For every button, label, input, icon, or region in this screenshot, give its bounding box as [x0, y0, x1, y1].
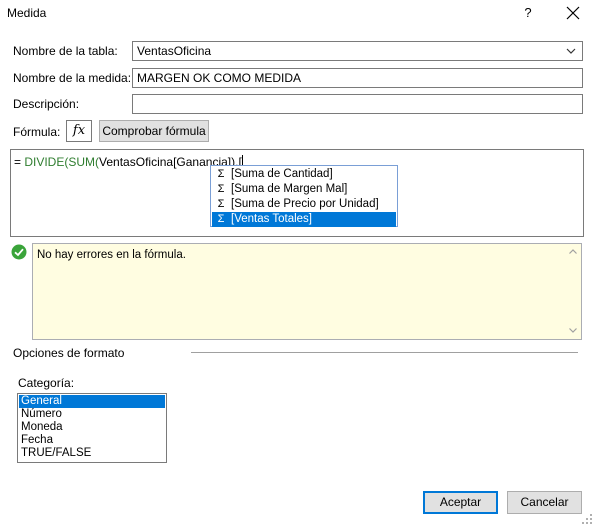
resize-grip-icon[interactable] [581, 513, 593, 525]
check-formula-button[interactable]: Comprobar fórmula [99, 120, 209, 142]
table-name-value: VentasOficina [137, 44, 212, 58]
autocomplete-item-label: [Suma de Margen Mal] [231, 183, 348, 195]
title-bar [0, 0, 595, 28]
category-item-moneda[interactable]: Moneda [19, 421, 165, 434]
autocomplete-item-label: [Suma de Precio por Unidad] [231, 198, 379, 210]
autocomplete-item-selected[interactable]: Σ [Ventas Totales] [212, 212, 396, 227]
autocomplete-item[interactable]: Σ [Suma de Precio por Unidad] [212, 197, 396, 212]
category-item-fecha[interactable]: Fecha [19, 434, 165, 447]
formula-function-divide: DIVIDE( [24, 155, 69, 169]
autocomplete-item[interactable]: Σ [Suma de Cantidad] [212, 167, 396, 182]
category-item-true-false[interactable]: TRUE/FALSE [19, 447, 165, 460]
sigma-icon: Σ [217, 183, 225, 195]
window-title: Medida [7, 6, 47, 20]
description-label: Descripción: [13, 97, 80, 111]
category-item-numero[interactable]: Número [19, 408, 165, 421]
table-name-label: Nombre de la tabla: [13, 44, 118, 58]
table-name-select[interactable]: VentasOficina [132, 41, 583, 61]
autocomplete-item-label: [Suma de Cantidad] [231, 168, 333, 180]
sigma-icon: Σ [217, 168, 225, 180]
description-input[interactable] [132, 94, 583, 114]
check-circle-icon [11, 244, 27, 260]
formula-text: = DIVIDE(SUM(VentasOficina[Ganancia]),[ [14, 155, 243, 169]
close-icon [566, 6, 580, 20]
fx-button[interactable]: fx [66, 120, 92, 142]
sigma-icon: Σ [217, 213, 225, 225]
close-button[interactable] [560, 2, 586, 24]
accept-button[interactable]: Aceptar [423, 491, 498, 514]
autocomplete-item-label: [Ventas Totales] [231, 213, 312, 225]
scroll-up-icon[interactable] [569, 249, 577, 254]
format-options-title: Opciones de formato [13, 346, 125, 360]
formula-function-sum: SUM( [68, 155, 100, 169]
category-label: Categoría: [18, 376, 75, 390]
section-divider [191, 352, 578, 353]
scroll-down-icon[interactable] [569, 328, 577, 333]
category-listbox[interactable]: General Número Moneda Fecha TRUE/FALSE [17, 393, 167, 463]
autocomplete-item[interactable]: Σ [Suma de Margen Mal] [212, 182, 396, 197]
sigma-icon: Σ [217, 198, 225, 210]
formula-status-message: No hay errores en la fórmula. [37, 249, 186, 261]
cancel-button[interactable]: Cancelar [507, 491, 582, 514]
help-button[interactable]: ? [516, 2, 540, 24]
measure-name-input[interactable]: MARGEN OK COMO MEDIDA [132, 68, 583, 88]
chevron-down-icon [566, 48, 576, 54]
formula-label: Fórmula: [13, 125, 61, 139]
measure-name-label: Nombre de la medida: [13, 71, 132, 85]
errors-scrollbar[interactable] [565, 244, 581, 339]
autocomplete-list[interactable]: Σ [Suma de Cantidad] Σ [Suma de Margen Mal… [210, 165, 398, 227]
formula-prefix: = [14, 155, 25, 169]
category-item-general[interactable]: General [19, 395, 165, 408]
